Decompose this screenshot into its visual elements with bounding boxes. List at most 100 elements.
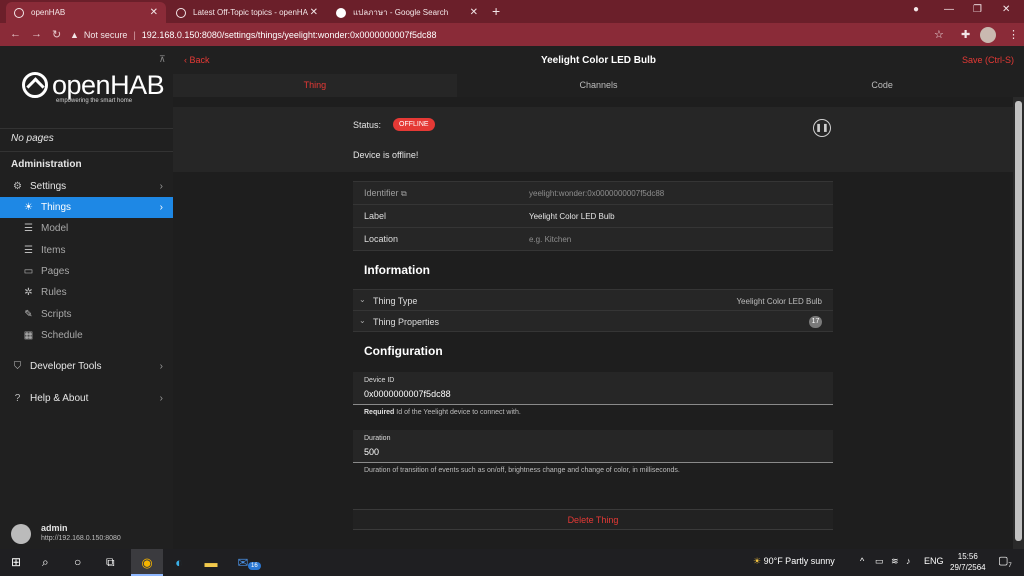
shield-icon: ⛉ (13, 361, 22, 372)
script-icon: ✎ (24, 309, 33, 320)
forward-arrow-icon[interactable]: → (31, 28, 42, 40)
sidebar-item-label: Pages (41, 266, 70, 277)
device-id-label: Device ID (364, 377, 395, 384)
extensions-icon[interactable]: ✚ (961, 28, 970, 41)
thing-type-row[interactable]: ⌄ Thing Type Yeelight Color LED Bulb (353, 290, 833, 311)
tab-channels[interactable]: Channels (457, 74, 741, 97)
file-explorer-icon[interactable]: ▬ (195, 549, 227, 576)
device-id-field[interactable]: Device ID 0x0000000007f5dc88 (353, 372, 833, 405)
chevron-right-icon: › (159, 181, 163, 192)
search-icon[interactable]: ⌕ (42, 555, 49, 570)
properties-card: Identifier ⧉ yeelight:wonder:0x000000000… (353, 181, 833, 251)
tab-offtopic[interactable]: Latest Off-Topic topics - openHA ✕ (168, 2, 326, 23)
sidebar-item-label: Developer Tools (30, 361, 102, 372)
clock[interactable]: 15:56 29/7/2564 (950, 551, 986, 573)
weather-widget[interactable]: ☀ 90°F Partly sunny (753, 556, 835, 567)
sidebar: openHAB empowering the smart home ⊼ No p… (0, 46, 173, 549)
device-id-value: 0x0000000007f5dc88 (364, 389, 451, 399)
taskbar: ⊞ ⌕ ○ ⧉ ◉ ◐ ▬ ✉ 16 ☀ 90°F Partly sunny ^… (0, 549, 1024, 576)
delete-thing-button[interactable]: Delete Thing (353, 509, 833, 530)
close-icon[interactable]: ✕ (150, 7, 158, 18)
url-field[interactable]: ▲ Not secure | 192.168.0.150:8080/settin… (70, 26, 950, 43)
cortana-icon[interactable]: ○ (74, 555, 81, 569)
bookmark-star-icon[interactable]: ☆ (934, 28, 944, 41)
copy-icon[interactable]: ⧉ (401, 189, 407, 198)
sidebar-item-schedule[interactable]: ▦ Schedule (0, 325, 173, 346)
menu-dots-icon[interactable]: ⋮ (1008, 28, 1019, 41)
gear-icon: ⚙ (13, 181, 22, 192)
sidebar-item-items[interactable]: ☰ Items (0, 240, 173, 261)
sidebar-item-pages[interactable]: ▭ Pages (0, 261, 173, 282)
location-input[interactable]: e.g. Kitchen (529, 235, 571, 244)
openhab-favicon-icon (176, 7, 186, 18)
windows-start-icon[interactable]: ⊞ (11, 555, 21, 569)
count-badge: 17 (809, 316, 822, 328)
scrollbar[interactable] (1013, 97, 1024, 549)
pin-icon[interactable]: ⊼ (159, 54, 166, 65)
reload-icon[interactable]: ↻ (52, 28, 61, 41)
location-label: Location (364, 234, 399, 244)
sidebar-item-label: Rules (41, 287, 67, 298)
sidebar-item-label: Schedule (41, 330, 83, 341)
sidebar-item-developer-tools[interactable]: ⛉ Developer Tools › (0, 356, 173, 377)
tab-thing[interactable]: Thing (173, 74, 457, 97)
tab-code[interactable]: Code (740, 74, 1024, 97)
sidebar-item-scripts[interactable]: ✎ Scripts (0, 304, 173, 325)
restore-icon[interactable]: ❐ (973, 4, 982, 15)
battery-icon[interactable]: ▭ (875, 556, 884, 567)
user-name: admin (41, 523, 68, 533)
identifier-label: Identifier ⧉ (364, 188, 407, 198)
thing-type-value: Yeelight Color LED Bulb (736, 297, 822, 306)
openhab-logo[interactable]: openHAB empowering the smart home (22, 68, 165, 104)
avatar (11, 524, 31, 544)
address-bar: ← → ↻ ▲ Not secure | 192.168.0.150:8080/… (0, 23, 1024, 46)
edge-icon[interactable]: ◐ (163, 549, 195, 576)
close-icon[interactable]: ✕ (310, 7, 318, 18)
sidebar-item-label: Items (41, 245, 66, 256)
device-id-hint: Required Id of the Yeelight device to co… (364, 409, 521, 416)
list-icon: ☰ (24, 245, 33, 256)
duration-label: Duration (364, 435, 391, 442)
task-view-icon[interactable]: ⧉ (106, 555, 115, 570)
sidebar-item-label: Help & About (30, 393, 89, 404)
sparkle-icon: ✲ (24, 287, 33, 298)
scrollbar-thumb[interactable] (1015, 101, 1022, 541)
new-tab-button[interactable]: + (492, 3, 500, 19)
thing-properties-row[interactable]: ⌄ Thing Properties 17 (353, 311, 833, 332)
chrome-icon[interactable]: ◉ (131, 549, 163, 576)
divider: | (133, 29, 136, 40)
tab-search-icon[interactable]: ● (913, 4, 919, 15)
sidebar-item-label: Settings (30, 181, 67, 192)
logo-tagline: empowering the smart home (56, 98, 133, 104)
sidebar-item-settings[interactable]: ⚙ Settings › (0, 176, 173, 197)
pause-icon[interactable]: ❚❚ (813, 119, 831, 137)
save-button[interactable]: Save (Ctrl-S) (962, 55, 1014, 65)
language-indicator[interactable]: ENG (924, 556, 944, 566)
sidebar-item-label: Model (41, 223, 69, 234)
user-profile[interactable]: admin http://192.168.0.150:8080 (0, 518, 173, 549)
sidebar-item-label: Things (41, 202, 72, 213)
back-arrow-icon[interactable]: ← (10, 28, 21, 40)
tab-openhab[interactable]: openHAB ✕ (6, 2, 166, 23)
lightbulb-icon: ☀ (24, 202, 33, 213)
volume-icon[interactable]: ♪ (906, 556, 911, 566)
profile-avatar[interactable] (980, 27, 996, 43)
label-input[interactable]: Yeelight Color LED Bulb (529, 212, 615, 221)
duration-field[interactable]: Duration 500 (353, 430, 833, 463)
sidebar-item-model[interactable]: ☰ Model (0, 218, 173, 239)
sidebar-item-rules[interactable]: ✲ Rules (0, 282, 173, 303)
close-icon[interactable]: ✕ (470, 7, 478, 18)
wifi-icon[interactable]: ≋ (891, 556, 899, 567)
tab-title: แปลภาษา - Google Search (353, 8, 449, 17)
minimize-icon[interactable]: — (944, 4, 954, 15)
sidebar-item-help[interactable]: ? Help & About › (0, 388, 173, 409)
information-card: ⌄ Thing Type Yeelight Color LED Bulb ⌄ T… (353, 289, 833, 332)
openhab-logo-icon (22, 72, 48, 98)
mail-badge: 16 (248, 562, 261, 570)
sidebar-item-things[interactable]: ☀ Things › (0, 197, 173, 218)
notification-icon[interactable]: ▢7 (998, 554, 1012, 569)
page-title: Yeelight Color LED Bulb (540, 55, 656, 66)
tab-google[interactable]: แปลภาษา - Google Search ✕ (328, 2, 486, 23)
window-close-icon[interactable]: ✕ (1002, 4, 1010, 15)
tray-chevron-icon[interactable]: ^ (860, 556, 864, 566)
